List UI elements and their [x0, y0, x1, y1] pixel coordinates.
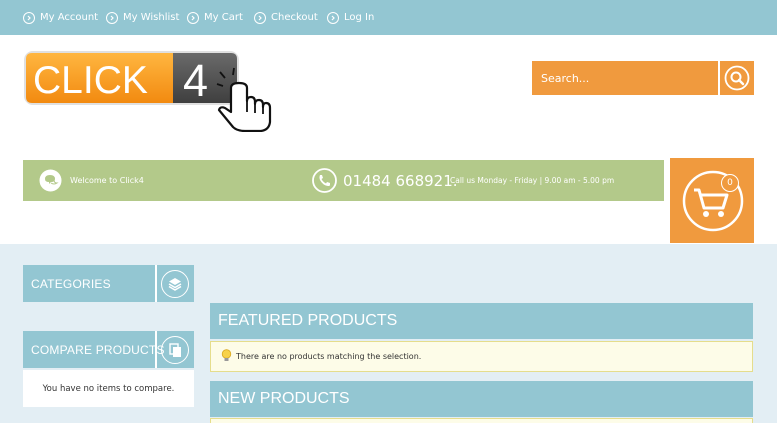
header-divider: [155, 265, 157, 302]
notice-text: There are no products matching the selec…: [236, 352, 422, 361]
nav-link-my-cart[interactable]: My Cart: [187, 0, 243, 35]
nav-link-log-in[interactable]: Log In: [327, 0, 374, 35]
search-input[interactable]: [532, 61, 718, 95]
categories-title: CATEGORIES: [31, 276, 111, 291]
chevron-right-circle-icon: [23, 11, 35, 24]
nav-link-label: My Wishlist: [123, 12, 180, 23]
lightbulb-icon: [221, 349, 232, 364]
top-nav-bar: My Account My Wishlist My Cart Checkout …: [0, 0, 777, 35]
layers-icon: [161, 270, 189, 298]
nav-link-label: Checkout: [271, 12, 318, 23]
chevron-right-circle-icon: [327, 11, 339, 24]
site-logo[interactable]: CLICK 4: [23, 50, 278, 133]
new-products-notice: [210, 418, 753, 423]
nav-link-my-wishlist[interactable]: My Wishlist: [106, 0, 179, 35]
header-divider: [155, 331, 157, 368]
info-bar: Welcome to Click4 01484 668921. Call us …: [23, 160, 664, 201]
new-products-header: NEW PRODUCTS: [210, 381, 753, 417]
phone-number: 01484 668921.: [343, 171, 458, 190]
logo-text-4: 4: [183, 55, 208, 106]
compare-products-title: COMPARE PRODUCTS: [31, 342, 165, 357]
categories-header[interactable]: CATEGORIES: [23, 265, 194, 302]
nav-link-label: Log In: [344, 12, 375, 23]
phone-icon: [312, 168, 337, 193]
chevron-right-circle-icon: [187, 11, 199, 24]
chat-bubble-icon: [39, 169, 62, 192]
shopping-cart-icon: [682, 170, 744, 232]
nav-link-checkout[interactable]: Checkout: [254, 0, 318, 35]
chevron-right-circle-icon: [254, 11, 266, 24]
search-button[interactable]: [720, 61, 754, 95]
featured-notice: There are no products matching the selec…: [210, 341, 753, 372]
opening-hours: Call us Monday - Friday | 9.00 am - 5.00…: [450, 176, 615, 185]
welcome-text: Welcome to Click4: [70, 176, 144, 185]
chevron-right-circle-icon: [106, 11, 118, 24]
featured-products-header: FEATURED PRODUCTS: [210, 303, 753, 339]
compare-products-header[interactable]: COMPARE PRODUCTS: [23, 331, 194, 368]
compare-empty-text: You have no items to compare.: [23, 370, 194, 407]
search-icon: [724, 65, 750, 91]
cart-button[interactable]: [670, 158, 754, 243]
nav-link-label: My Cart: [204, 12, 243, 23]
nav-link-label: My Account: [40, 12, 99, 23]
logo-text-click: CLICK: [33, 59, 148, 102]
cart-count-badge: 0: [721, 174, 739, 192]
copy-icon: [161, 336, 189, 364]
nav-link-my-account[interactable]: My Account: [23, 0, 98, 35]
